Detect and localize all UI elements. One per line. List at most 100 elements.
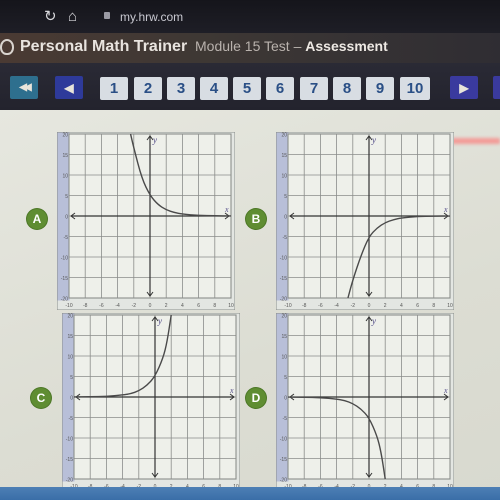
x-tick-label: -2 xyxy=(132,303,137,309)
y-tick-label: 0 xyxy=(65,215,68,221)
graph-option-b[interactable]: x y 20 15 10 5 0 -5 -10 -15 -20 -10 -8 -6 -4 -2 0 2 4 6 8 10 xyxy=(276,132,454,310)
question-number: 5 xyxy=(242,80,252,97)
option-label: C xyxy=(36,391,46,405)
y-tick-label: -20 xyxy=(66,478,73,484)
y-tick-label: 5 xyxy=(284,194,287,200)
y-tick-label: 10 xyxy=(67,355,73,361)
question-3-button[interactable]: 3 xyxy=(167,77,195,100)
pmt-logo-icon xyxy=(0,39,14,55)
last-question-button[interactable] xyxy=(493,76,500,99)
y-tick-label: 5 xyxy=(70,375,73,381)
coordinate-plane: xy20151050-5-10-15-20-10-8-6-4-20246810 xyxy=(276,132,454,310)
y-axis-label: y xyxy=(371,135,376,145)
x-tick-label: -10 xyxy=(65,303,72,309)
y-tick-label: -5 xyxy=(69,416,74,422)
y-tick-label: -10 xyxy=(66,437,73,443)
x-tick-label: 2 xyxy=(165,303,168,309)
question-7-button[interactable]: 7 xyxy=(300,77,328,100)
option-d-button[interactable]: D xyxy=(246,388,266,408)
x-tick-label: 10 xyxy=(228,303,234,309)
option-c-button[interactable]: C xyxy=(31,388,51,408)
next-question-button[interactable]: ▶ xyxy=(450,76,478,99)
x-tick-label: -2 xyxy=(351,303,356,309)
x-tick-label: -4 xyxy=(334,303,339,309)
y-tick-label: 15 xyxy=(281,334,287,340)
first-question-button[interactable]: ◀◀ xyxy=(10,76,38,99)
app-header: Personal Math Trainer Module 15 Test – A… xyxy=(0,33,500,63)
y-tick-label: -15 xyxy=(61,276,68,282)
question-2-button[interactable]: 2 xyxy=(134,77,162,100)
question-1-button[interactable]: 1 xyxy=(100,77,128,100)
y-tick-label: -20 xyxy=(61,297,68,303)
option-label: D xyxy=(251,391,261,405)
coordinate-plane: xy20151050-5-10-15-20-10-8-6-4-20246810 xyxy=(62,313,240,491)
graph-option-c[interactable]: xy20151050-5-10-15-20-10-8-6-4-20246810 xyxy=(62,313,240,491)
left-arrow-icon: ◀ xyxy=(64,80,74,95)
question-6-button[interactable]: 6 xyxy=(266,77,294,100)
y-tick-label: 20 xyxy=(281,314,287,320)
x-tick-label: -6 xyxy=(99,303,104,309)
x-axis-label: x xyxy=(443,386,448,395)
y-tick-label: -20 xyxy=(280,478,287,484)
y-tick-label: 15 xyxy=(67,334,73,340)
module-title: Module 15 Test – Assessment xyxy=(195,38,388,54)
y-tick-label: -15 xyxy=(280,276,287,282)
question-number: 1 xyxy=(109,80,119,97)
question-5-button[interactable]: 5 xyxy=(233,77,261,100)
y-tick-label: 15 xyxy=(281,153,287,159)
question-number: 6 xyxy=(275,80,285,97)
y-tick-label: 20 xyxy=(281,133,287,139)
y-axis-label: y xyxy=(152,135,157,145)
question-8-button[interactable]: 8 xyxy=(333,77,361,100)
question-4-button[interactable]: 4 xyxy=(200,77,228,100)
question-number: 3 xyxy=(176,80,186,97)
reload-icon[interactable]: ↻ xyxy=(44,9,57,24)
option-label: B xyxy=(251,212,261,226)
graph-option-a[interactable]: x y 20 15 10 5 0 -5 -10 -15 -20 -10 -8 -6 -4 -2 0 2 4 6 8 10 xyxy=(57,132,235,310)
y-tick-label: -10 xyxy=(280,256,287,262)
section-name: Assessment xyxy=(305,38,388,54)
y-axis-label: y xyxy=(371,316,376,326)
previous-question-button[interactable]: ◀ xyxy=(55,76,83,99)
question-10-button[interactable]: 10 xyxy=(400,77,430,100)
x-tick-label: 6 xyxy=(416,303,419,309)
x-tick-label: 0 xyxy=(368,303,371,309)
x-tick-label: -8 xyxy=(302,303,307,309)
x-tick-label: 4 xyxy=(181,303,184,309)
x-tick-label: 10 xyxy=(447,303,453,309)
question-number: 9 xyxy=(375,80,385,97)
home-icon[interactable]: ⌂ xyxy=(68,9,77,24)
footer-bar xyxy=(0,487,500,500)
y-tick-label: -5 xyxy=(283,416,288,422)
option-label: A xyxy=(32,212,42,226)
y-tick-label: 0 xyxy=(284,396,287,402)
y-axis-label: y xyxy=(157,316,162,326)
question-number: 7 xyxy=(309,80,319,97)
x-axis-label: x xyxy=(229,386,234,395)
y-tick-label: -5 xyxy=(283,235,288,241)
y-tick-label: -5 xyxy=(64,235,69,241)
question-number: 4 xyxy=(209,80,219,97)
browser-toolbar: ↻ ⌂ my.hrw.com xyxy=(0,0,500,33)
x-tick-label: 8 xyxy=(432,303,435,309)
question-number: 8 xyxy=(342,80,352,97)
question-9-button[interactable]: 9 xyxy=(366,77,394,100)
y-tick-label: 0 xyxy=(284,215,287,221)
y-tick-label: 10 xyxy=(62,174,68,180)
x-tick-label: -6 xyxy=(318,303,323,309)
y-tick-label: 5 xyxy=(65,194,68,200)
y-tick-label: -15 xyxy=(280,457,287,463)
option-a-button[interactable]: A xyxy=(27,209,47,229)
y-tick-label: 10 xyxy=(281,174,287,180)
question-number: 10 xyxy=(406,80,424,97)
y-tick-label: -15 xyxy=(66,457,73,463)
address-bar-url[interactable]: my.hrw.com xyxy=(120,10,183,24)
option-b-button[interactable]: B xyxy=(246,209,266,229)
graph-option-d[interactable]: xy20151050-5-10-15-20-10-8-6-4-20246810 xyxy=(276,313,454,491)
x-tick-label: 8 xyxy=(213,303,216,309)
y-tick-label: -10 xyxy=(280,437,287,443)
y-tick-label: -10 xyxy=(61,256,68,262)
x-tick-label: 2 xyxy=(384,303,387,309)
x-tick-label: -10 xyxy=(284,303,291,309)
answer-choices-area: A B C D x y 20 15 10 5 0 -5 -10 -15 -20 -10 -8 -6 -4 -2… xyxy=(0,110,500,500)
